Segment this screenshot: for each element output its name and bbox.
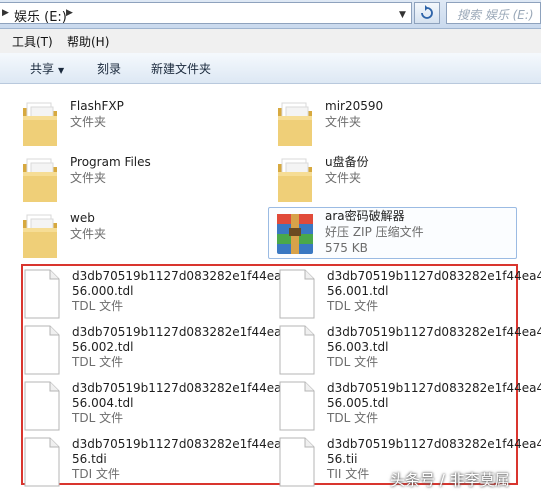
item-name-line1: d3db70519b1127d083282e1f44ea46: [72, 325, 297, 339]
item-type: 文件夹: [70, 115, 107, 129]
folder-icon: [20, 210, 60, 262]
folder-icon: [20, 154, 60, 206]
list-item[interactable]: d3db70519b1127d083282e1f44ea46 56.001.td…: [277, 268, 541, 320]
item-name: Program Files: [70, 155, 151, 169]
item-type: 文件夹: [325, 115, 362, 129]
file-icon: [277, 324, 317, 376]
address-path[interactable]: 娱乐 (E:): [14, 6, 67, 25]
list-item[interactable]: d3db70519b1127d083282e1f44ea46 56.tdi TD…: [22, 436, 297, 488]
zip-archive-icon: [277, 214, 313, 254]
item-type: TDL 文件: [72, 411, 124, 425]
menu-bar: 工具(T) 帮助(H): [0, 29, 541, 53]
item-type: TDL 文件: [327, 411, 379, 425]
file-icon: [277, 268, 317, 320]
list-item[interactable]: d3db70519b1127d083282e1f44ea46 56.000.td…: [22, 268, 297, 320]
share-button[interactable]: 共享 ▼: [30, 60, 64, 77]
item-name-line2: 56.tii: [327, 452, 358, 466]
file-icon: [277, 380, 317, 432]
file-icon: [22, 380, 62, 432]
list-item[interactable]: web 文件夹: [20, 210, 260, 262]
list-item[interactable]: u盘备份 文件夹: [275, 154, 515, 206]
crumb-chevron-icon[interactable]: ▶: [2, 8, 9, 18]
new-folder-button[interactable]: 新建文件夹: [151, 60, 211, 77]
item-name: mir20590: [325, 99, 384, 113]
item-size: 575 KB: [325, 241, 368, 255]
list-item[interactable]: Program Files 文件夹: [20, 154, 260, 206]
item-name: FlashFXP: [70, 99, 124, 113]
refresh-icon: [421, 5, 433, 19]
file-icon: [277, 436, 317, 488]
item-name-line2: 56.000.tdl: [72, 284, 134, 298]
file-icon: [22, 324, 62, 376]
item-name-line1: d3db70519b1127d083282e1f44ea46: [72, 269, 297, 283]
item-name-line1: d3db70519b1127d083282e1f44ea46: [327, 437, 541, 451]
search-input[interactable]: 搜索 娱乐 (E:): [446, 2, 541, 24]
item-name-line2: 56.004.tdl: [72, 396, 134, 410]
refresh-button[interactable]: [414, 2, 440, 24]
item-type: TDL 文件: [327, 355, 379, 369]
file-list: FlashFXP 文件夹 mir20590 文件夹 Program Files …: [0, 84, 541, 495]
item-name-line1: d3db70519b1127d083282e1f44ea46: [72, 381, 297, 395]
list-item[interactable]: d3db70519b1127d083282e1f44ea46 56.002.td…: [22, 324, 297, 376]
menu-tools[interactable]: 工具(T): [12, 33, 53, 50]
item-name-line2: 56.tdi: [72, 452, 107, 466]
item-name: ara密码破解器: [325, 209, 405, 223]
item-name-line1: d3db70519b1127d083282e1f44ea46: [327, 325, 541, 339]
item-type: TDL 文件: [327, 299, 379, 313]
list-item[interactable]: d3db70519b1127d083282e1f44ea46 56.003.td…: [277, 324, 541, 376]
item-name-line1: d3db70519b1127d083282e1f44ea46: [72, 437, 297, 451]
item-name: web: [70, 211, 95, 225]
folder-icon: [275, 154, 315, 206]
list-item[interactable]: FlashFXP 文件夹: [20, 98, 260, 150]
item-name: u盘备份: [325, 155, 369, 169]
item-type: 文件夹: [70, 171, 107, 185]
item-name-line1: d3db70519b1127d083282e1f44ea46: [327, 269, 541, 283]
crumb-chevron-icon[interactable]: ▶: [66, 8, 73, 18]
item-name-line2: 56.002.tdl: [72, 340, 134, 354]
file-icon: [22, 436, 62, 488]
list-item[interactable]: d3db70519b1127d083282e1f44ea46 56.004.td…: [22, 380, 297, 432]
list-item[interactable]: mir20590 文件夹: [275, 98, 515, 150]
list-item[interactable]: d3db70519b1127d083282e1f44ea46 56.005.td…: [277, 380, 541, 432]
menu-help[interactable]: 帮助(H): [67, 33, 109, 50]
item-name-line2: 56.005.tdl: [327, 396, 389, 410]
item-name-line2: 56.003.tdl: [327, 340, 389, 354]
file-icon: [22, 268, 62, 320]
folder-icon: [20, 98, 60, 150]
item-type: 好压 ZIP 压缩文件: [325, 225, 424, 239]
folder-icon: [275, 98, 315, 150]
watermark: 头条号 / 非李莫属: [390, 471, 510, 489]
search-placeholder: 搜索 娱乐 (E:): [457, 8, 534, 22]
item-type: TDL 文件: [72, 355, 124, 369]
item-type: TDL 文件: [72, 299, 124, 313]
address-field[interactable]: ▶ 娱乐 (E:) ▶ ▼: [0, 2, 412, 25]
burn-button[interactable]: 刻录: [97, 60, 121, 77]
item-type: TDI 文件: [72, 467, 120, 481]
share-label: 共享: [30, 62, 55, 76]
item-type: 文件夹: [70, 227, 107, 241]
item-type: TII 文件: [327, 467, 370, 481]
item-name-line2: 56.001.tdl: [327, 284, 389, 298]
list-item[interactable]: ara密码破解器 好压 ZIP 压缩文件 575 KB: [275, 208, 515, 260]
item-type: 文件夹: [325, 171, 362, 185]
share-dropdown-icon: ▼: [58, 66, 65, 75]
address-dropdown-icon[interactable]: ▼: [399, 10, 406, 20]
address-bar: ▶ 娱乐 (E:) ▶ ▼ 搜索 娱乐 (E:): [0, 0, 541, 29]
item-name-line1: d3db70519b1127d083282e1f44ea46: [327, 381, 541, 395]
command-bar: 共享 ▼ 刻录 新建文件夹: [0, 53, 541, 84]
